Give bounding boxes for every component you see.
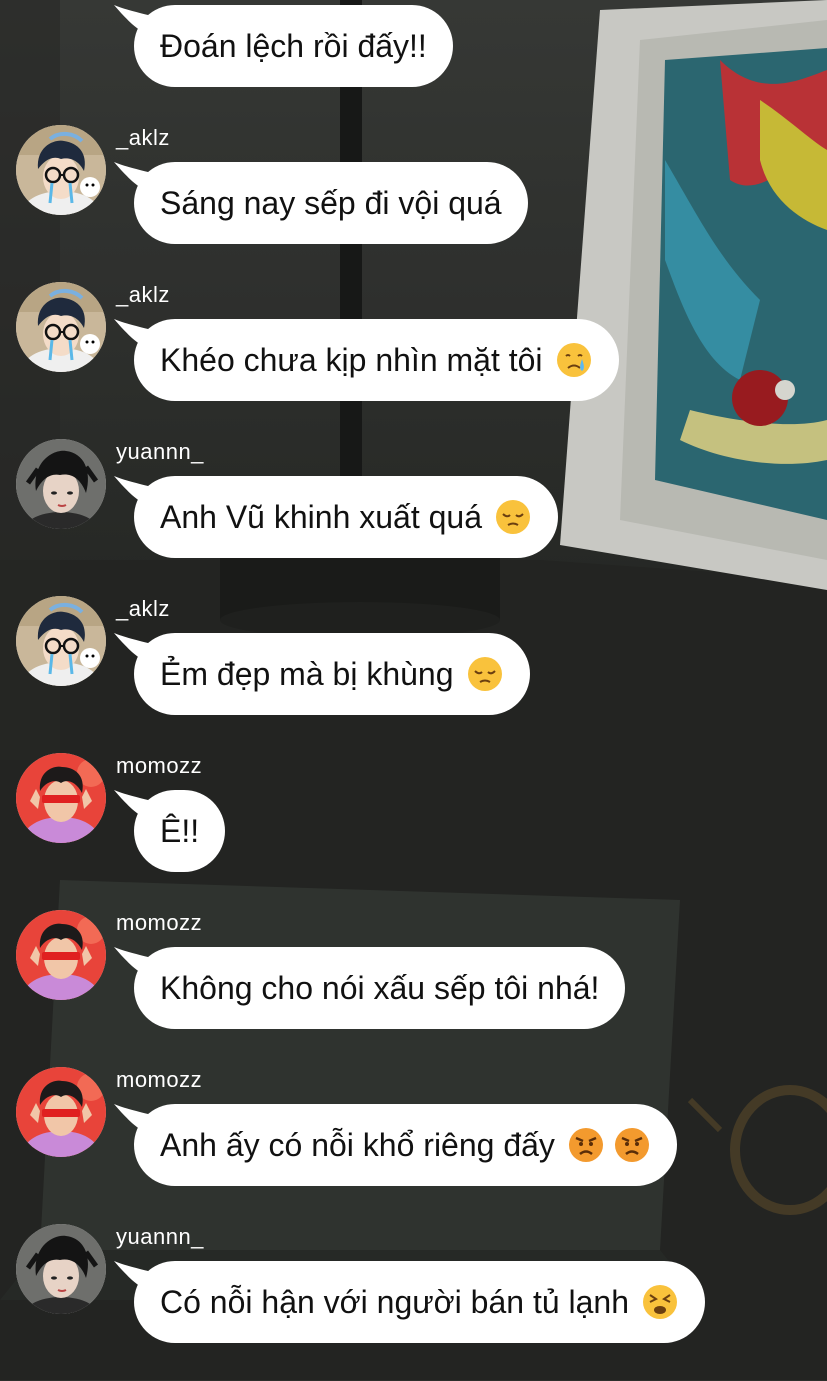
- weary-face-icon: [641, 1283, 679, 1321]
- avatar[interactable]: [16, 753, 106, 843]
- crying-face-icon: [555, 341, 593, 379]
- message-text: Anh Vũ khinh xuất quá: [160, 499, 483, 535]
- message-text: Ê!!: [160, 813, 200, 849]
- username[interactable]: momozz: [116, 910, 202, 936]
- comment-item: momozz Ê!!: [0, 753, 827, 910]
- message-bubble: Anh ấy có nỗi khổ riêng đấy: [114, 1104, 677, 1186]
- message-bubble: Anh Vũ khinh xuất quá: [114, 476, 559, 558]
- avatar[interactable]: [16, 910, 106, 1000]
- message-text: Sáng nay sếp đi vội quá: [160, 185, 502, 221]
- avatar[interactable]: [16, 596, 106, 686]
- message-text: Đoán lệch rồi đấy!!: [160, 28, 427, 64]
- message-text: Ẻm đẹp mà bị khùng: [160, 656, 454, 692]
- comment-item: _aklz Sáng nay sếp đi vội quá: [0, 125, 827, 282]
- message-text: Khéo chưa kịp nhìn mặt tôi: [160, 342, 543, 378]
- message-bubble: Đoán lệch rồi đấy!!: [114, 5, 453, 87]
- username[interactable]: yuannn_: [116, 1224, 204, 1250]
- message-text: Anh ấy có nỗi khổ riêng đấy: [160, 1127, 555, 1163]
- message-bubble: Không cho nói xấu sếp tôi nhá!: [114, 947, 626, 1029]
- message-text: Có nỗi hận với người bán tủ lạnh: [160, 1284, 630, 1320]
- avatar[interactable]: [16, 282, 106, 372]
- username[interactable]: momozz: [116, 753, 202, 779]
- message-bubble: Có nỗi hận với người bán tủ lạnh: [114, 1261, 706, 1343]
- message-text: Không cho nói xấu sếp tôi nhá!: [160, 970, 600, 1006]
- avatar[interactable]: [16, 1067, 106, 1157]
- comment-item: yuannn_ Anh Vũ khinh xuất quá: [0, 439, 827, 596]
- angry-face-icon: [613, 1126, 651, 1164]
- message-bubble: Sáng nay sếp đi vội quá: [114, 162, 528, 244]
- message-bubble: Khéo chưa kịp nhìn mặt tôi: [114, 319, 619, 401]
- username[interactable]: momozz: [116, 1067, 202, 1093]
- comment-item: Đoán lệch rồi đấy!!: [0, 0, 827, 87]
- username[interactable]: _aklz: [116, 596, 170, 622]
- pensive-face-icon: [466, 655, 504, 693]
- username[interactable]: _aklz: [116, 125, 170, 151]
- message-bubble: Ê!!: [114, 790, 226, 872]
- username[interactable]: yuannn_: [116, 439, 204, 465]
- angry-face-icon: [567, 1126, 605, 1164]
- comment-item: _aklz Khéo chưa kịp nhìn mặt tôi: [0, 282, 827, 439]
- comment-item: _aklz Ẻm đẹp mà bị khùng: [0, 596, 827, 753]
- avatar[interactable]: [16, 1224, 106, 1314]
- comment-item: yuannn_ Có nỗi hận với người bán tủ lạnh: [0, 1224, 827, 1381]
- comment-item: momozz Anh ấy có nỗi khổ riêng đấy: [0, 1067, 827, 1224]
- live-comments-feed: Đoán lệch rồi đấy!! _aklz Sáng nay sếp đ…: [0, 0, 827, 1380]
- avatar[interactable]: [16, 439, 106, 529]
- comment-item: momozz Không cho nói xấu sếp tôi nhá!: [0, 910, 827, 1067]
- avatar[interactable]: [16, 125, 106, 215]
- username[interactable]: _aklz: [116, 282, 170, 308]
- message-bubble: Ẻm đẹp mà bị khùng: [114, 633, 530, 715]
- pensive-face-icon: [494, 498, 532, 536]
